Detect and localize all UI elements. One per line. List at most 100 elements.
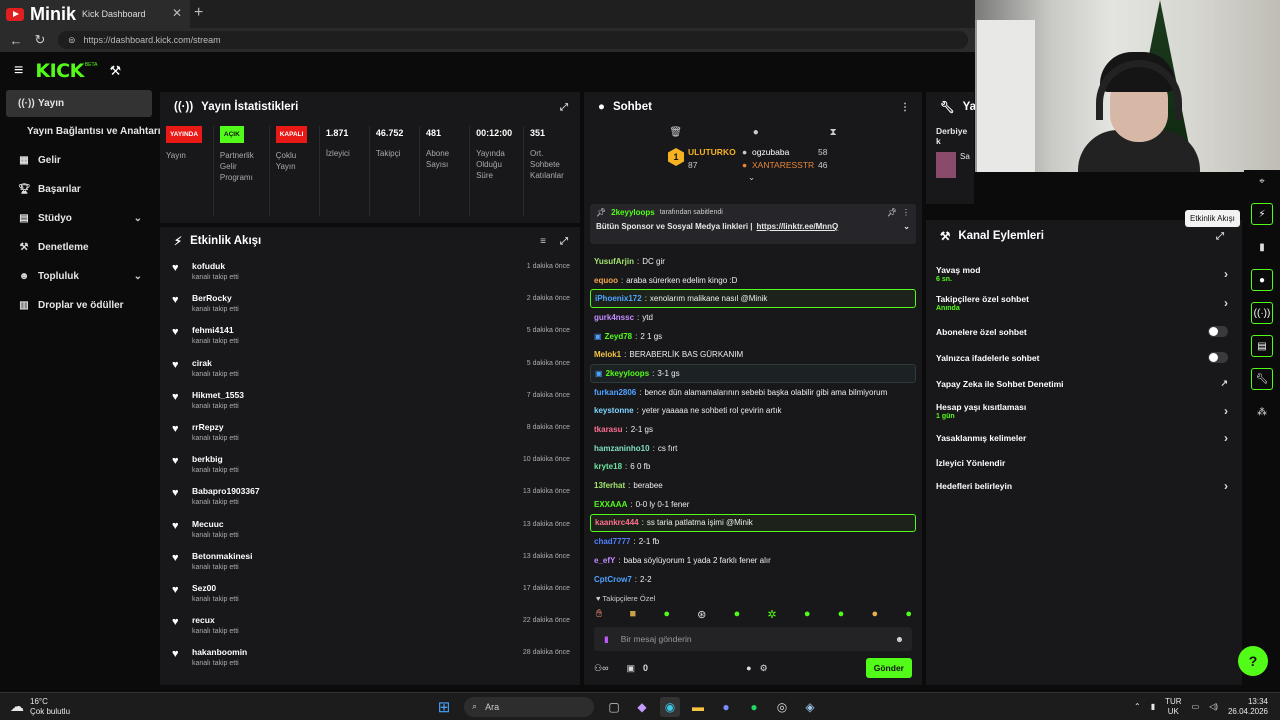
chat-username[interactable]: YusufArjin: [594, 257, 634, 266]
chat-message[interactable]: YusufArjin: DC gir: [590, 252, 916, 271]
activity-item[interactable]: ♥ Mecuuc kanalı takip etti 13 dakika önce: [160, 515, 580, 547]
activity-item[interactable]: ♥ Sez00 kanalı takip etti 17 dakika önce: [160, 579, 580, 611]
chat-message[interactable]: ▣ Zeyd78:2 1 gs: [590, 327, 916, 346]
chevron-right-icon[interactable]: ›: [1224, 267, 1228, 281]
chevron-down-icon[interactable]: ⌄: [134, 213, 142, 224]
more-icon[interactable]: ⋮: [900, 102, 910, 113]
chat-message[interactable]: iPhoenix172: xenolarım malikane nasıl @Mi…: [590, 289, 916, 309]
clock[interactable]: 13:34 26.04.2026: [1228, 697, 1268, 717]
language-indicator[interactable]: TUR UK: [1165, 697, 1181, 717]
broadcast-button[interactable]: ((·)): [1251, 302, 1273, 324]
chat-input[interactable]: ▮ Bir mesaj gönderin ☻: [594, 627, 912, 651]
chat-username[interactable]: tkarasu: [594, 425, 622, 434]
chat-message[interactable]: EXXAAA:0-0 ly 0-1 fener: [590, 495, 916, 514]
filter-icon[interactable]: ≡: [540, 236, 546, 247]
activity-username[interactable]: Betonmakinesi: [192, 551, 252, 561]
chat-username[interactable]: equoo: [594, 276, 618, 285]
chat-message[interactable]: equoo: araba sürerken edelim kingo :D: [590, 271, 916, 290]
send-button[interactable]: Gönder: [865, 658, 912, 678]
channel-action-item[interactable]: Yalnızca ifadelerle sohbet: [926, 345, 1242, 370]
chat-button[interactable]: ●: [1251, 269, 1273, 291]
activity-item[interactable]: ♥ kofuduk kanalı takip etti 1 dakika önce: [160, 257, 580, 289]
site-info-icon[interactable]: ⊜: [68, 35, 76, 46]
chat-mode-icon[interactable]: ●: [746, 663, 751, 673]
chevron-right-icon[interactable]: ›: [1224, 431, 1228, 445]
activity-item[interactable]: ♥ BerRocky kanalı takip etti 2 dakika önce: [160, 289, 580, 321]
emote-icon[interactable]: ✲: [767, 608, 776, 621]
pinned-link[interactable]: https://linktr.ee/MnnQ: [757, 222, 839, 231]
channel-action-item[interactable]: İzleyici Yönlendir: [926, 451, 1242, 474]
leader-name[interactable]: ULUTURKO: [688, 147, 736, 157]
chat-bubble-icon[interactable]: ●: [753, 127, 759, 138]
channel-action-item[interactable]: Takipçilere özel sohbet Anında ›: [926, 287, 1242, 318]
chat-username[interactable]: gurk4nssc: [594, 313, 634, 322]
chat-message[interactable]: gurk4nssc: ytd: [590, 308, 916, 327]
channel-action-item[interactable]: Abonelere özel sohbet: [926, 318, 1242, 345]
stats-button[interactable]: ▤: [1251, 335, 1273, 357]
activity-username[interactable]: Sez00: [192, 583, 239, 593]
emote-icon[interactable]: ■: [629, 608, 636, 621]
emote-icon[interactable]: ⊛: [697, 608, 706, 621]
start-icon[interactable]: ⊞: [434, 697, 454, 717]
chat-message[interactable]: 13ferhat: berabee: [590, 476, 916, 495]
activity-item[interactable]: ♥ Betonmakinesi kanalı takip etti 13 dakika…: [160, 547, 580, 579]
activity-username[interactable]: Babapro1903367: [192, 486, 260, 496]
wrench-button[interactable]: 🔧︎: [1251, 368, 1273, 390]
chevron-down-icon[interactable]: ⌄: [748, 172, 755, 183]
sidebar-item-stream-key[interactable]: Yayın Bağlantısı ve Anahtarı: [0, 117, 161, 146]
activity-item[interactable]: ♥ fehmi4141 kanalı takip etti 5 dakika önce: [160, 321, 580, 353]
expand-icon[interactable]: ⤢: [560, 102, 568, 113]
toggle-switch[interactable]: [1208, 326, 1228, 337]
chat-username[interactable]: kaankrc444: [595, 518, 639, 527]
chat-message[interactable]: ▣ 2keyyloops:3-1 gs: [590, 364, 916, 383]
weather-widget[interactable]: 16°C Çok bulutlu: [30, 697, 70, 717]
task-view-icon[interactable]: ▢: [604, 697, 624, 717]
hammer-icon[interactable]: ⚒: [110, 63, 122, 79]
emote-icon[interactable]: ●: [734, 608, 741, 621]
chevron-right-icon[interactable]: ›: [1224, 296, 1228, 310]
sidebar-item-denetleme[interactable]: ⚒ Denetleme: [0, 233, 158, 262]
emote-icon[interactable]: ✋︎: [596, 608, 602, 621]
sidebar-item-basarilar[interactable]: 🏆︎ Başarılar: [0, 175, 158, 204]
chat-message[interactable]: chad7777:2-1 fb: [590, 532, 916, 551]
edge-icon[interactable]: ◉: [660, 696, 681, 717]
taskbar-search[interactable]: ⌕ Ara: [464, 696, 595, 717]
activity-username[interactable]: Hikmet_1553: [192, 390, 244, 400]
hourglass-icon[interactable]: ⧗: [830, 127, 837, 138]
sidebar-item-gelir[interactable]: ▦ Gelir: [0, 146, 158, 175]
back-icon[interactable]: ←: [8, 33, 24, 48]
focus-icon[interactable]: ⌖: [1251, 170, 1273, 192]
discord-icon[interactable]: ●: [716, 697, 736, 717]
chat-username[interactable]: Zeyd78: [605, 332, 633, 341]
menu-icon[interactable]: ≡: [14, 62, 23, 80]
expand-icon[interactable]: ⤢: [560, 236, 568, 247]
trash-icon[interactable]: 🗑︎: [669, 127, 682, 138]
url-field[interactable]: ⊜ https://dashboard.kick.com/stream: [58, 31, 968, 49]
chat-message[interactable]: Melok1: BERABERLİK BAS GÜRKANIM: [590, 345, 916, 364]
mic-icon[interactable]: ▮: [604, 634, 609, 645]
chevron-right-icon[interactable]: ›: [1224, 479, 1228, 493]
activity-item[interactable]: ♥ recux kanalı takip etti 22 dakika önce: [160, 611, 580, 643]
activity-username[interactable]: BerRocky: [192, 293, 239, 303]
more-icon[interactable]: ⋮: [902, 208, 910, 217]
chevron-down-icon[interactable]: ⌄: [903, 222, 910, 231]
explorer-icon[interactable]: ▬: [688, 697, 708, 717]
chat-username[interactable]: EXXAAA: [594, 500, 627, 509]
emote-icon[interactable]: ●: [663, 608, 670, 621]
activity-item[interactable]: ♥ hakanboomin kanalı takip etti 28 dakika ö…: [160, 643, 580, 675]
leader-name[interactable]: ogzubaba: [752, 147, 789, 157]
reload-icon[interactable]: ↻: [32, 32, 48, 48]
activity-username[interactable]: recux: [192, 615, 239, 625]
chevron-right-icon[interactable]: ›: [1224, 404, 1228, 418]
channel-action-item[interactable]: Yavaş mod 6 sn. ›: [926, 260, 1242, 287]
chevron-down-icon[interactable]: ⌄: [134, 271, 142, 282]
chat-message[interactable]: kryte18:6 0 fb: [590, 458, 916, 477]
chat-username[interactable]: 13ferhat: [594, 481, 625, 490]
network-icon[interactable]: ▭: [1192, 702, 1200, 711]
spotify-icon[interactable]: ●: [744, 697, 764, 717]
activity-item[interactable]: ♥ Hikmet_1553 kanalı takip etti 7 dakika ön…: [160, 386, 580, 418]
chat-message[interactable]: CptCrow7:2-2: [590, 570, 916, 589]
toggle-switch[interactable]: [1208, 352, 1228, 363]
activity-username[interactable]: rrRepzy: [192, 422, 239, 432]
chat-message[interactable]: furkan2806: bence dün alamamalarının sebe…: [590, 383, 916, 402]
